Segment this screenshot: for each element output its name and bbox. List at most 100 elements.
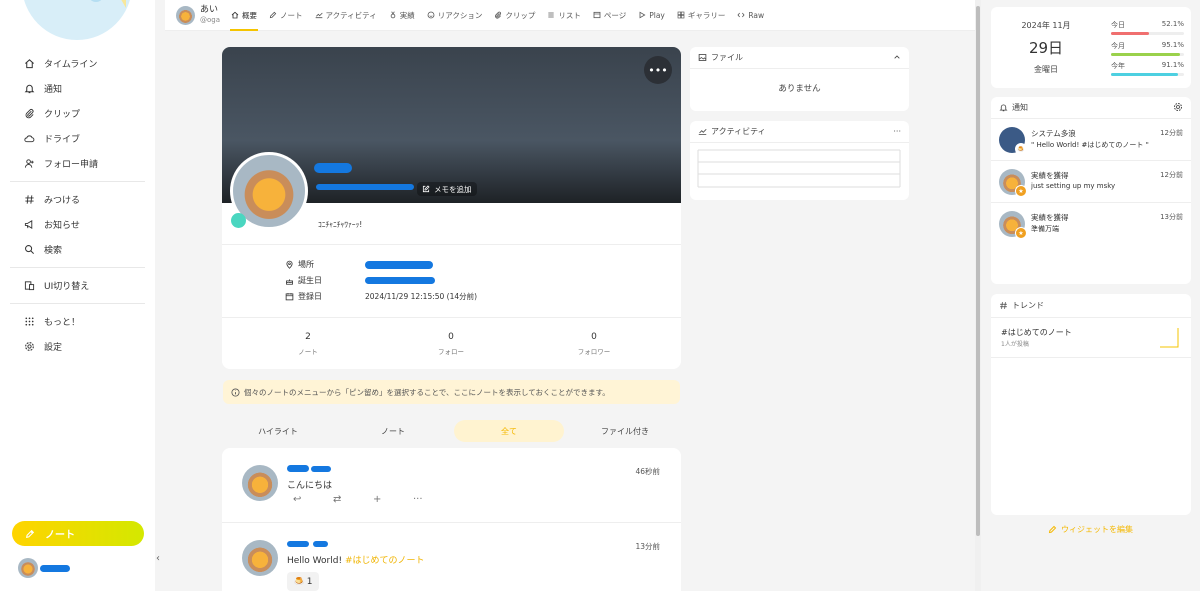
notification-title: システム多浪 (1031, 129, 1076, 138)
map-pin-icon (285, 260, 294, 269)
tab-activity[interactable]: アクティビティ (309, 0, 383, 31)
notice-text: 個々のノートのメニューから「ピン留め」を選択することで、ここにノートを表示してお… (244, 387, 610, 397)
redacted-username (313, 541, 328, 547)
add-memo-button[interactable]: メモを追加 (417, 182, 477, 196)
mood-smile-icon (427, 11, 435, 19)
widget-title: アクティビティ (711, 127, 766, 136)
pencil-icon (25, 529, 35, 539)
sidebar-item-more[interactable]: もっと！ (0, 309, 155, 334)
profile-menu-button[interactable]: ••• (644, 56, 672, 84)
stat-value: 0 (591, 332, 597, 342)
filter-tab-notes[interactable]: ノート (338, 420, 448, 442)
instance-logo[interactable] (22, 0, 132, 40)
profile-fields: 場所 誕生日 登録日 2024/11/29 12:15:50 (14分前) (222, 244, 681, 318)
sidebar-item-label: みつける (44, 196, 81, 206)
notification-item[interactable]: ★ 実績を獲得 準備万端 13分前 (991, 203, 1191, 245)
notification-item[interactable]: ★ 実績を獲得 just setting up my msky 12分前 (991, 161, 1191, 203)
reaction-button[interactable]: 🍮 1 (287, 572, 319, 591)
calendar-weekday: 金曜日 (1034, 65, 1058, 74)
photo-icon (698, 53, 707, 62)
notification-time: 13分前 (1160, 213, 1183, 221)
sidebar-item-label: クリップ (44, 110, 81, 120)
renote-icon[interactable]: ⇄ (333, 494, 373, 505)
redacted-name (287, 465, 309, 472)
avatar[interactable] (242, 540, 278, 576)
paperclip-icon (23, 108, 35, 120)
scrollbar-thumb[interactable] (976, 6, 980, 536)
note-item[interactable]: 46秒前 こんにちは ↩ ⇄ + ··· (222, 448, 681, 522)
stat-following[interactable]: 0 フォロー (411, 332, 491, 356)
sidebar-item-label: 検索 (44, 246, 63, 256)
sidebar-item-explore[interactable]: みつける (0, 187, 155, 212)
avatar[interactable] (242, 465, 278, 501)
filter-tab-highlight[interactable]: ハイライト (223, 420, 333, 442)
account-menu[interactable] (18, 558, 70, 578)
filter-tab-with-files[interactable]: ファイル付き (570, 420, 680, 442)
note-timestamp[interactable]: 13分前 (635, 541, 660, 552)
files-empty-text: ありません (778, 84, 821, 94)
calendar-widget: 2024年 11月 29日 金曜日 今日 52.1% 今月 95.1% 今年 91.1… (991, 7, 1191, 88)
gauge-value: 91.1% (1161, 61, 1184, 69)
sidebar-item-clips[interactable]: クリップ (0, 101, 155, 126)
sidebar-item-search[interactable]: 検索 (0, 237, 155, 262)
tab-lists[interactable]: リスト (541, 0, 587, 31)
gallery-icon (677, 11, 685, 19)
chart-line-icon (698, 127, 707, 136)
notification-item[interactable]: 🍮 システム多浪 " Hello World! #はじめてのノート " 12分前 (991, 119, 1191, 161)
sidebar-item-notifications[interactable]: 通知 (0, 76, 155, 101)
more-dots-icon[interactable]: ··· (413, 494, 453, 505)
pencil-icon (269, 11, 277, 19)
tab-play[interactable]: Play (632, 0, 671, 31)
list-icon (547, 11, 555, 19)
more-dots-icon[interactable]: ··· (893, 127, 901, 136)
tab-label: クリップ (505, 10, 536, 20)
stat-followers[interactable]: 0 フォロワー (554, 332, 634, 356)
user-plus-icon (23, 158, 35, 170)
tab-label: リアクション (437, 10, 483, 20)
sidebar-item-timeline[interactable]: タイムライン (0, 51, 155, 76)
tab-overview[interactable]: 概要 (225, 0, 263, 31)
chevron-up-icon[interactable] (893, 53, 901, 63)
tab-clips[interactable]: クリップ (488, 0, 541, 31)
search-icon (23, 244, 35, 256)
sidebar: タイムライン 通知 クリップ ドライブ フォロー申請 みつける お知らせ 検索 … (0, 0, 155, 591)
collapse-sidebar-button[interactable]: ‹ (151, 549, 165, 567)
gear-icon (23, 341, 35, 353)
sidebar-item-switch-ui[interactable]: UI切り替え (0, 273, 155, 298)
sidebar-item-drive[interactable]: ドライブ (0, 126, 155, 151)
stat-label: フォロワー (577, 348, 611, 356)
filter-tab-all[interactable]: 全て (454, 420, 564, 442)
reply-icon[interactable]: ↩ (293, 494, 333, 505)
note-timestamp[interactable]: 46秒前 (635, 466, 660, 477)
widget-title: 通知 (1012, 103, 1028, 112)
tab-raw[interactable]: Raw (731, 0, 770, 31)
tab-achievements[interactable]: 実績 (383, 0, 421, 31)
compose-note-button[interactable]: ノート (12, 521, 144, 546)
sidebar-item-follow-requests[interactable]: フォロー申請 (0, 151, 155, 176)
sidebar-item-label: もっと！ (44, 318, 81, 328)
notification-title: 実績を獲得 (1031, 171, 1069, 180)
header-display-name: あい (200, 5, 219, 15)
tab-notes[interactable]: ノート (263, 0, 309, 31)
trend-item[interactable]: #はじめてのノート 1人が投稿 (991, 318, 1191, 358)
tab-label: アクティビティ (325, 10, 377, 20)
medal-icon (389, 11, 397, 19)
gear-icon[interactable] (1173, 102, 1183, 114)
stat-notes[interactable]: 2 ノート (268, 332, 348, 356)
gauge-fill (1111, 53, 1181, 56)
note-hashtag[interactable]: #はじめてのノート (345, 556, 425, 566)
tab-pages[interactable]: ページ (587, 0, 632, 31)
paperclip-icon (494, 11, 502, 19)
tab-reactions[interactable]: リアクション (421, 0, 489, 31)
sidebar-item-label: タイムライン (44, 60, 98, 70)
notifications-widget: 通知 🍮 システム多浪 " Hello World! #はじめてのノート " 1… (991, 97, 1191, 284)
logo-dot-shape (88, 0, 104, 2)
tab-gallery[interactable]: ギャラリー (671, 0, 732, 31)
sidebar-item-announcements[interactable]: お知らせ (0, 212, 155, 237)
plus-icon[interactable]: + (373, 494, 413, 505)
home-icon (231, 11, 239, 19)
edit-widgets-button[interactable]: ウィジェットを編集 (1048, 524, 1133, 535)
gauge-label: 今日 (1111, 21, 1125, 29)
sidebar-item-label: 通知 (44, 85, 63, 95)
sidebar-item-settings[interactable]: 設定 (0, 334, 155, 359)
